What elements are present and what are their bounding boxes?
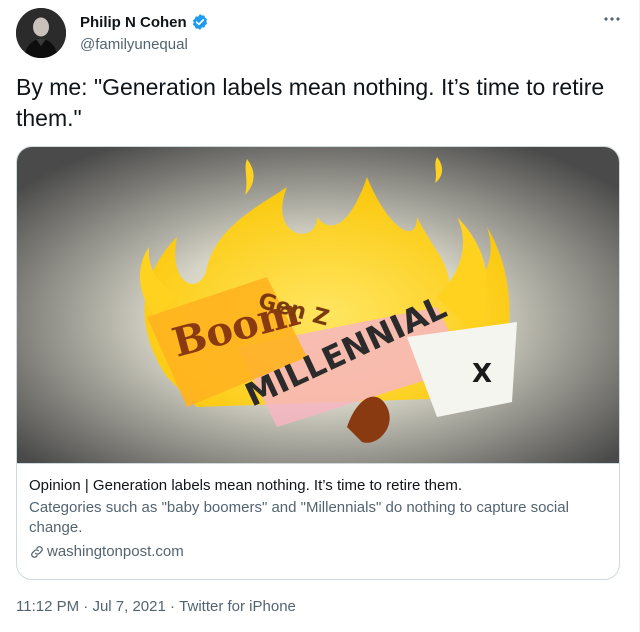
- more-horizontal-icon[interactable]: [600, 10, 624, 34]
- card-description: Categories such as "baby boomers" and "M…: [29, 499, 569, 536]
- card-body: Opinion | Generation labels mean nothing…: [17, 463, 619, 562]
- tweet-meta: 11:12 PM · Jul 7, 2021 · Twitter for iPh…: [16, 598, 296, 615]
- card-image-word: X: [472, 359, 492, 389]
- tweet-date[interactable]: Jul 7, 2021: [92, 598, 165, 615]
- author-handle[interactable]: @familyunequal: [80, 36, 209, 53]
- tweet-text: By me: "Generation labels mean nothing. …: [16, 74, 605, 131]
- author-names: Philip N Cohen @familyunequal: [80, 12, 209, 53]
- card-title: Opinion | Generation labels mean nothing…: [29, 477, 463, 494]
- link-icon: [29, 544, 45, 560]
- tweet-time[interactable]: 11:12 PM: [16, 598, 79, 615]
- tweet-source[interactable]: Twitter for iPhone: [179, 598, 296, 615]
- meta-separator: ·: [79, 598, 93, 615]
- author-name[interactable]: Philip N Cohen: [80, 14, 187, 31]
- avatar[interactable]: [16, 8, 66, 58]
- link-card[interactable]: Boom Gen Z MILLENNIAL X Opinion | Genera…: [16, 146, 620, 580]
- card-image[interactable]: Boom Gen Z MILLENNIAL X: [17, 147, 619, 463]
- card-domain-label: washingtonpost.com: [47, 543, 184, 560]
- card-domain: washingtonpost.com: [29, 542, 607, 562]
- tweet: Philip N Cohen @familyunequal By me: "Ge…: [0, 0, 640, 632]
- meta-separator: ·: [165, 598, 180, 615]
- verified-badge-icon: [191, 13, 209, 31]
- tweet-header: Philip N Cohen @familyunequal: [16, 8, 624, 60]
